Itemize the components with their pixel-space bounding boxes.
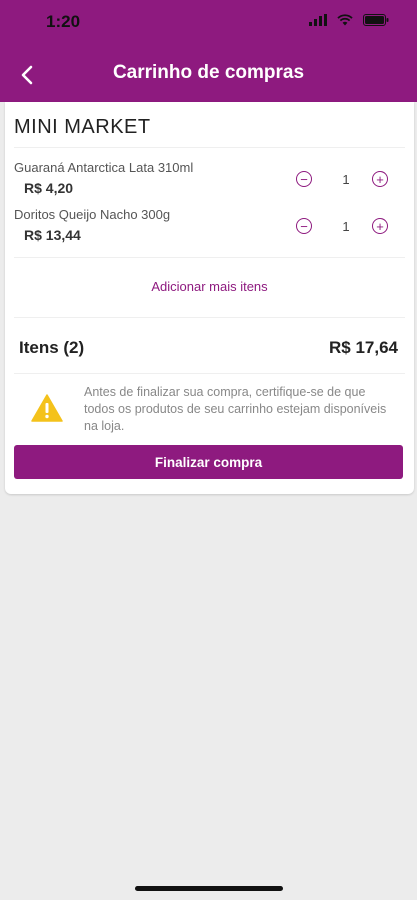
item-price: R$ 4,20 xyxy=(24,180,74,196)
status-icons xyxy=(309,14,389,26)
warning-message: Antes de finalizar sua compra, certifiqu… xyxy=(84,385,387,433)
decrease-quantity-button[interactable]: − xyxy=(296,171,312,187)
cart-card: MINI MARKET Guaraná Antarctica Lata 310m… xyxy=(5,102,414,494)
finalize-purchase-button[interactable]: Finalizar compra xyxy=(14,445,403,479)
divider xyxy=(14,257,405,258)
wifi-icon xyxy=(337,14,353,26)
plus-icon: + xyxy=(376,218,384,234)
signal-icon xyxy=(309,14,327,26)
item-name: Guaraná Antarctica Lata 310ml xyxy=(14,160,194,175)
items-count-label: Itens (2) xyxy=(19,338,85,357)
increase-quantity-button[interactable]: + xyxy=(372,171,388,187)
page-title: Carrinho de compras xyxy=(112,62,305,83)
divider xyxy=(14,317,405,318)
increase-quantity-button[interactable]: + xyxy=(372,218,388,234)
item-name: Doritos Queijo Nacho 300g xyxy=(14,207,171,222)
divider xyxy=(14,147,405,148)
cart-item: Doritos Queijo Nacho 300g R$ 13,44 − 1 + xyxy=(14,207,405,251)
app-header: 1:20 Carrinho de compras xyxy=(0,0,417,102)
minus-icon: − xyxy=(300,218,308,234)
cart-total: R$ 17,64 xyxy=(329,338,398,357)
decrease-quantity-button[interactable]: − xyxy=(296,218,312,234)
add-more-items-link[interactable]: Adicionar mais itens xyxy=(5,279,414,294)
battery-icon xyxy=(363,14,389,26)
warning-icon xyxy=(31,394,63,422)
item-quantity: 1 xyxy=(342,172,350,187)
item-quantity: 1 xyxy=(342,219,350,234)
minus-icon: − xyxy=(300,171,308,187)
status-time: 1:20 xyxy=(46,12,81,31)
cart-item: Guaraná Antarctica Lata 310ml R$ 4,20 − … xyxy=(14,160,405,204)
divider xyxy=(14,373,405,374)
home-indicator[interactable] xyxy=(135,886,283,891)
plus-icon: + xyxy=(376,171,384,187)
item-price: R$ 13,44 xyxy=(24,227,81,243)
store-name: MINI MARKET xyxy=(14,116,151,138)
